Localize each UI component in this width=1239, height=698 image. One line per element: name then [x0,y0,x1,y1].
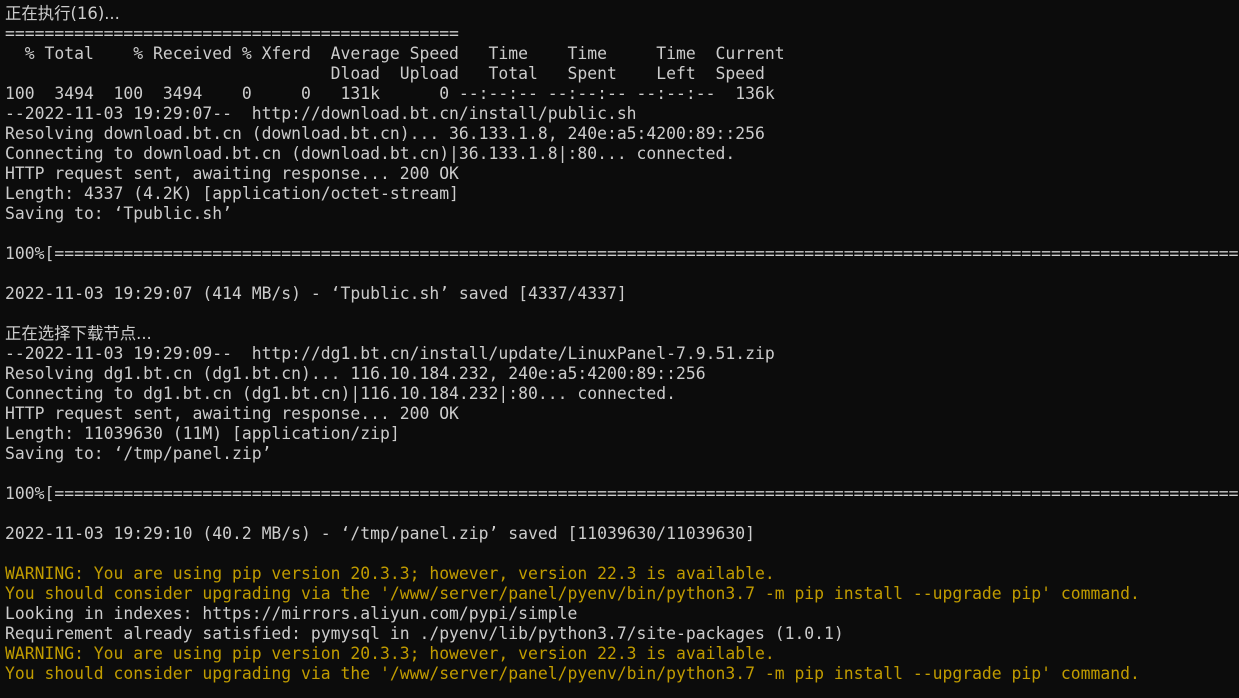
terminal-line: --2022-11-03 19:29:09-- http://dg1.bt.cn… [5,344,775,363]
terminal-line: Saving to: ‘Tpublic.sh’ [5,204,232,223]
terminal-line: 正在执行(16)... [5,4,120,23]
terminal-line: Saving to: ‘/tmp/panel.zip’ [5,444,272,463]
download-progress-bar: 100%[===================================… [5,484,1239,503]
warning-line: WARNING: You are using pip version 20.3.… [5,644,775,663]
terminal-line: Length: 4337 (4.2K) [application/octet-s… [5,184,459,203]
terminal-line: Connecting to dg1.bt.cn (dg1.bt.cn)|116.… [5,384,677,403]
terminal-line: HTTP request sent, awaiting response... … [5,164,459,183]
terminal-output[interactable]: 正在执行(16)... ============================… [0,0,1239,698]
warning-line: You should consider upgrading via the '/… [5,584,1140,603]
warning-line: WARNING: You are using pip version 20.3.… [5,564,775,583]
download-progress-bar: 100%[===================================… [5,244,1239,263]
terminal-line: Requirement already satisfied: pymysql i… [5,624,844,643]
terminal-line: 2022-11-03 19:29:10 (40.2 MB/s) - ‘/tmp/… [5,524,755,543]
terminal-line: Length: 11039630 (11M) [application/zip] [5,424,400,443]
terminal-line: 正在选择下载节点... [5,324,152,343]
terminal-line: Connecting to download.bt.cn (download.b… [5,144,736,163]
terminal-line: Looking in indexes: https://mirrors.aliy… [5,604,578,623]
terminal-line: --2022-11-03 19:29:07-- http://download.… [5,104,637,123]
terminal-line: Resolving dg1.bt.cn (dg1.bt.cn)... 116.1… [5,364,706,383]
terminal-line: 2022-11-03 19:29:07 (414 MB/s) - ‘Tpubli… [5,284,627,303]
separator-line: ========================================… [5,24,459,43]
curl-progress-row: 100 3494 100 3494 0 0 131k 0 --:--:-- --… [5,84,775,103]
curl-progress-header: % Total % Received % Xferd Average Speed… [5,44,785,63]
terminal-line: Resolving download.bt.cn (download.bt.cn… [5,124,765,143]
terminal-line: HTTP request sent, awaiting response... … [5,404,459,423]
warning-line: You should consider upgrading via the '/… [5,664,1140,683]
curl-progress-subheader: Dload Upload Total Spent Left Speed [5,64,765,83]
